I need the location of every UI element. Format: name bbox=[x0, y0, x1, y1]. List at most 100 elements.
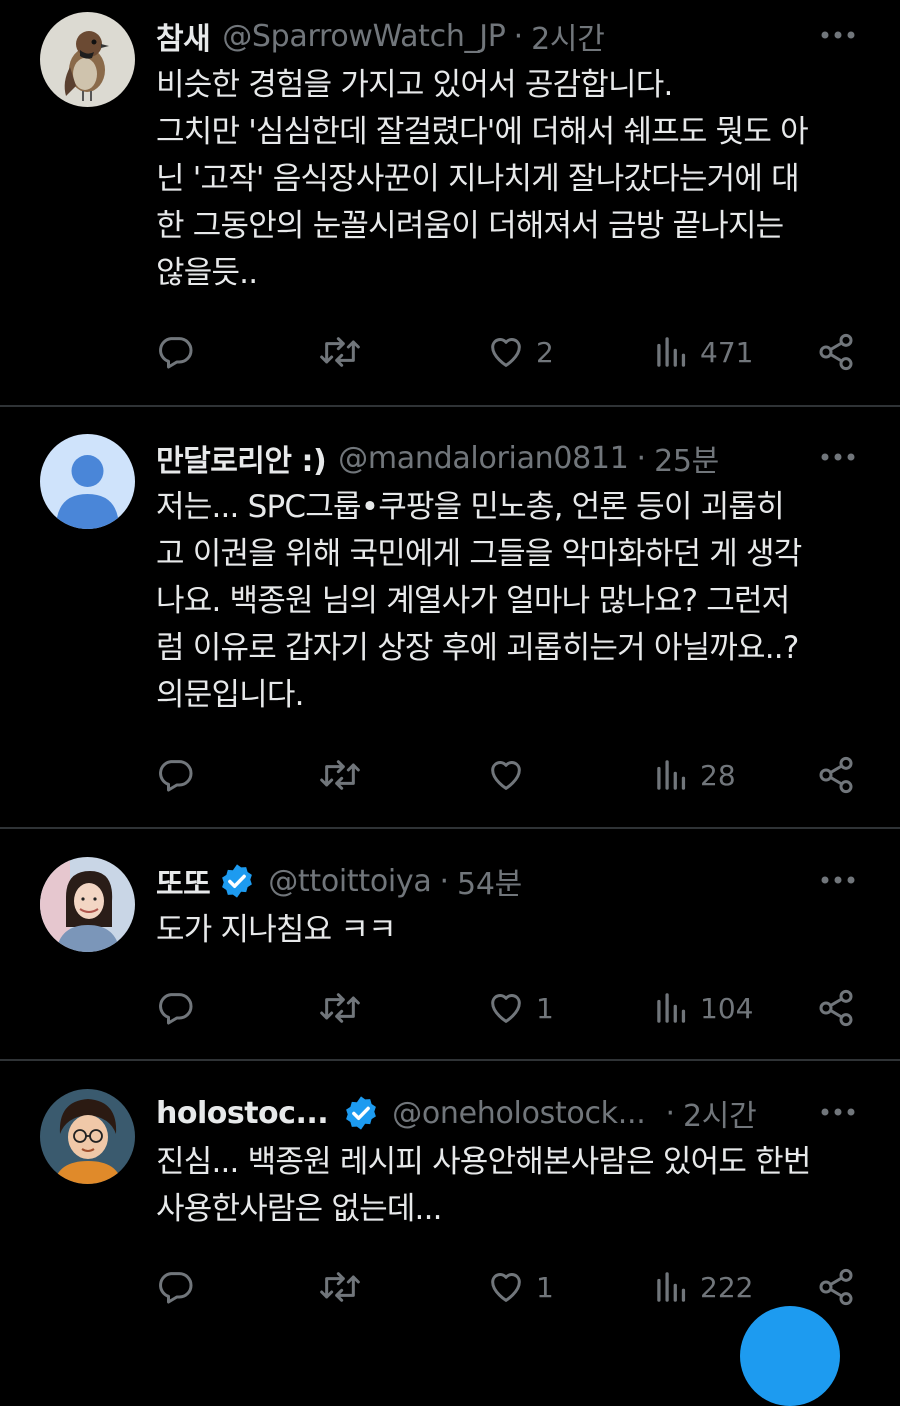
display-name[interactable]: holostoc... bbox=[156, 1096, 329, 1131]
more-options-button[interactable] bbox=[820, 1107, 856, 1117]
reply-bubble-icon bbox=[159, 993, 193, 1025]
more-options-button[interactable] bbox=[820, 452, 856, 462]
user-handle[interactable]: @ttoittoiya bbox=[268, 864, 432, 899]
sparrow-avatar-icon bbox=[40, 12, 135, 107]
heart-icon bbox=[491, 761, 521, 790]
user-handle[interactable]: @oneholostock... bbox=[392, 1096, 646, 1131]
share-icon bbox=[819, 756, 853, 794]
reply-button[interactable] bbox=[156, 1265, 196, 1309]
like-button[interactable]: 1 bbox=[486, 986, 554, 1030]
bar-chart-icon bbox=[657, 1272, 686, 1302]
share-button[interactable] bbox=[816, 330, 856, 374]
share-button[interactable] bbox=[816, 753, 856, 797]
tweet-header: holostoc... @oneholostock... · 2시간 bbox=[156, 1091, 860, 1135]
avatar[interactable] bbox=[40, 857, 135, 952]
timestamp[interactable]: 2시간 bbox=[531, 14, 605, 58]
reply-bubble-icon bbox=[159, 337, 193, 369]
tweet-3[interactable]: 또또 @ttoittoiya · 54분 도가 지나침요 ㅋㅋ 1 104 bbox=[0, 845, 900, 1058]
view-count: 28 bbox=[700, 758, 736, 792]
tweet-1[interactable]: 참새 @SparrowWatch_JP · 2시간 비슷한 경험을 가지고 있어… bbox=[0, 0, 900, 405]
more-dots-icon bbox=[821, 1108, 855, 1116]
tweet-text-line: 저는... SPC그룹•쿠팡을 민노총, 언론 등이 괴롭히 bbox=[156, 489, 785, 525]
more-options-button[interactable] bbox=[820, 875, 856, 885]
views-button[interactable]: 104 bbox=[654, 986, 753, 1030]
retweet-button[interactable] bbox=[318, 330, 362, 374]
share-button[interactable] bbox=[816, 1265, 856, 1309]
timestamp[interactable]: 25분 bbox=[654, 436, 719, 480]
more-dots-icon bbox=[821, 31, 855, 39]
tweet-text-line: 도가 지나침요 ㅋㅋ bbox=[156, 912, 397, 948]
like-button[interactable]: 2 bbox=[486, 330, 554, 374]
tweet-2[interactable]: 만달로리안 :) @mandalorian0811 · 25분 저는... SP… bbox=[0, 422, 900, 826]
retweet-button[interactable] bbox=[318, 1265, 362, 1309]
timestamp[interactable]: 54분 bbox=[457, 859, 522, 903]
share-icon bbox=[819, 333, 853, 371]
action-bar: 1 222 bbox=[156, 1265, 862, 1309]
retweet-arrows-icon bbox=[320, 993, 360, 1023]
tweet-text-line: 진심... 백종원 레시피 사용안해본사람은 있어도 한번 bbox=[156, 1144, 811, 1180]
like-count: 1 bbox=[536, 1270, 554, 1304]
tweet-text-line: 않을듯.. bbox=[156, 255, 258, 291]
heart-icon bbox=[491, 1273, 521, 1302]
view-count: 222 bbox=[700, 1270, 754, 1304]
default-person-icon bbox=[40, 434, 135, 529]
user-handle[interactable]: @SparrowWatch_JP bbox=[222, 19, 506, 54]
like-count: 2 bbox=[536, 335, 554, 369]
tweet-header: 참새 @SparrowWatch_JP · 2시간 bbox=[156, 14, 860, 58]
display-name[interactable]: 만달로리안 :) bbox=[156, 436, 327, 480]
tweet-text-line: 럼 이유로 갑자기 상장 후에 괴롭히는거 아닐까요..? bbox=[156, 630, 799, 666]
tweet-text: 비슷한 경험을 가지고 있어서 공감합니다. 그치만 '심심한데 잘걸렸다'에 … bbox=[156, 62, 856, 297]
share-icon bbox=[819, 989, 853, 1027]
display-name[interactable]: 참새 bbox=[156, 14, 211, 58]
like-button[interactable] bbox=[486, 753, 536, 797]
avatar[interactable] bbox=[40, 12, 135, 107]
verified-badge-icon bbox=[218, 862, 256, 900]
reply-button[interactable] bbox=[156, 330, 196, 374]
retweet-arrows-icon bbox=[320, 1272, 360, 1302]
like-count: 1 bbox=[536, 991, 554, 1025]
tweet-text-line: 고 이권을 위해 국민에게 그들을 악마화하던 게 생각 bbox=[156, 536, 802, 572]
view-count: 104 bbox=[700, 991, 754, 1025]
more-options-button[interactable] bbox=[820, 30, 856, 40]
tweet-text-line: 한 그동안의 눈꼴시려움이 더해져서 금방 끝나지는 bbox=[156, 208, 784, 244]
more-dots-icon bbox=[821, 453, 855, 461]
reply-button[interactable] bbox=[156, 986, 196, 1030]
like-button[interactable]: 1 bbox=[486, 1265, 554, 1309]
woman-avatar-icon bbox=[40, 857, 135, 952]
separator-dot: · bbox=[636, 440, 647, 476]
separator-dot: · bbox=[513, 18, 524, 54]
reply-bubble-icon bbox=[159, 1272, 193, 1304]
retweet-button[interactable] bbox=[318, 753, 362, 797]
views-button[interactable]: 471 bbox=[654, 330, 753, 374]
action-bar: 28 bbox=[156, 753, 862, 797]
more-dots-icon bbox=[821, 876, 855, 884]
bar-chart-icon bbox=[657, 993, 686, 1023]
tweet-text-line: 나요. 백종원 님의 계열사가 얼마나 많나요? 그런저 bbox=[156, 583, 790, 619]
retweet-button[interactable] bbox=[318, 986, 362, 1030]
views-button[interactable]: 222 bbox=[654, 1265, 753, 1309]
separator-dot: · bbox=[439, 863, 450, 899]
compose-fab-button[interactable] bbox=[740, 1306, 840, 1406]
tweet-text-line: 닌 '고작' 음식장사꾼이 지나치게 잘나갔다는거에 대 bbox=[156, 161, 800, 197]
bar-chart-icon bbox=[657, 337, 686, 367]
tweet-divider bbox=[0, 827, 900, 829]
avatar[interactable] bbox=[40, 1089, 135, 1184]
reply-button[interactable] bbox=[156, 753, 196, 797]
timestamp[interactable]: 2시간 bbox=[683, 1091, 757, 1135]
tweet-header: 만달로리안 :) @mandalorian0811 · 25분 bbox=[156, 436, 860, 480]
anime-boy-avatar-icon bbox=[40, 1089, 135, 1184]
tweet-text-line: 의문입니다. bbox=[156, 677, 304, 713]
tweet-4[interactable]: holostoc... @oneholostock... · 2시간 진심...… bbox=[0, 1077, 900, 1324]
views-button[interactable]: 28 bbox=[654, 753, 736, 797]
avatar[interactable] bbox=[40, 434, 135, 529]
action-bar: 2 471 bbox=[156, 330, 862, 374]
tweet-divider bbox=[0, 405, 900, 407]
tweet-text-line: 비슷한 경험을 가지고 있어서 공감합니다. bbox=[156, 67, 673, 103]
user-handle[interactable]: @mandalorian0811 bbox=[338, 441, 629, 476]
heart-icon bbox=[491, 994, 521, 1023]
display-name[interactable]: 또또 bbox=[156, 859, 211, 903]
bar-chart-icon bbox=[657, 760, 686, 790]
share-button[interactable] bbox=[816, 986, 856, 1030]
verified-badge-icon bbox=[342, 1094, 380, 1132]
tweet-text: 저는... SPC그룹•쿠팡을 민노총, 언론 등이 괴롭히 고 이권을 위해 … bbox=[156, 484, 856, 719]
